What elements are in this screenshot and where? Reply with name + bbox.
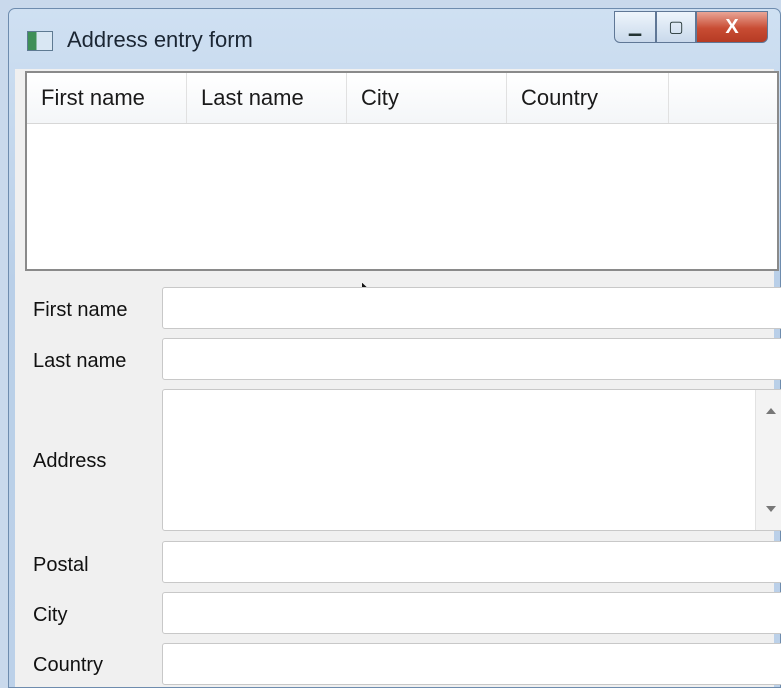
minimize-button[interactable]: ▁ [614,11,656,43]
last-name-label: Last name [33,350,127,372]
maximize-icon: ▢ [668,19,684,36]
postal-field[interactable] [162,541,781,583]
first-name-field[interactable] [162,287,781,329]
country-field[interactable] [162,643,781,685]
title-bar[interactable]: Address entry form ▁ ▢ X [9,9,780,71]
minimize-icon: ▁ [628,19,642,36]
close-icon: X [725,15,739,38]
close-button[interactable]: X [696,11,768,43]
column-country[interactable]: Country [507,73,669,123]
column-first-name[interactable]: First name [27,73,187,123]
address-entry-window: Address entry form ▁ ▢ X First name Last… [8,8,781,688]
address-field[interactable] [162,389,781,531]
form-client-area: First name Last name City Country First … [15,69,781,687]
window-title: Address entry form [67,27,253,52]
table-body[interactable] [27,125,777,269]
column-city[interactable]: City [347,73,507,123]
first-name-label: First name [33,299,128,321]
column-filler [669,73,777,123]
table-header: First name Last name City Country [27,73,777,124]
address-label: Address [33,450,107,472]
city-field[interactable] [162,592,781,634]
maximize-button[interactable]: ▢ [656,11,696,43]
country-label: Country [33,654,104,676]
postal-label: Postal [33,554,89,576]
scroll-up-icon[interactable] [766,408,776,414]
column-last-name[interactable]: Last name [187,73,347,123]
window-controls: ▁ ▢ X [614,11,768,43]
app-icon [27,31,53,51]
address-scrollbar[interactable] [755,390,781,530]
scroll-down-icon[interactable] [766,506,776,512]
last-name-field[interactable] [162,338,781,380]
address-table[interactable]: First name Last name City Country [25,71,779,271]
city-label: City [33,604,68,626]
